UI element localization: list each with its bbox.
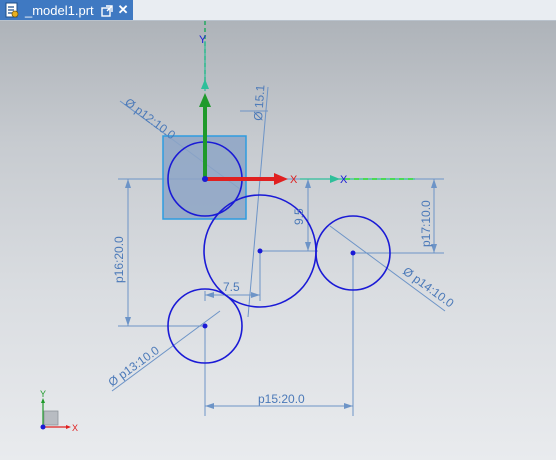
sketch-canvas[interactable]: Y X X Ø p12:10.0 Ø 15.1 p16:20.0 p17:10.… [0, 21, 556, 460]
part-file-icon [4, 2, 20, 18]
csys-x-label: X [340, 174, 348, 186]
graphics-window[interactable]: Y X X Ø p12:10.0 Ø 15.1 p16:20.0 p17:10.… [0, 21, 556, 460]
dim-p17[interactable]: p17:10.0 [419, 200, 433, 247]
dim-p15[interactable]: p15:20.0 [258, 392, 305, 406]
dim-p13[interactable]: Ø p13:10.0 [106, 343, 163, 389]
csys-y-label: Y [199, 34, 207, 46]
view-triad: Y X [40, 389, 78, 433]
dim-p12[interactable]: Ø p12:10.0 [122, 95, 178, 142]
triad-y-label: Y [40, 389, 46, 399]
triad-x-label: X [72, 423, 78, 433]
dim-15-1-diameter[interactable]: Ø 15.1 [251, 84, 268, 121]
dim-p14[interactable]: Ø p14:10.0 [400, 264, 457, 310]
dim-p16[interactable]: p16:20.0 [112, 236, 126, 283]
tab-title: _model1.prt [25, 2, 94, 18]
tab-bar: _model1.prt ✕ [0, 0, 556, 21]
dim-9-5[interactable]: 9.5 [292, 208, 306, 225]
popout-icon[interactable] [100, 4, 113, 17]
close-icon[interactable]: ✕ [118, 3, 129, 16]
dim-7-5[interactable]: 7.5 [223, 280, 240, 294]
csys-x-label-red: X [290, 174, 298, 186]
tab-model1[interactable]: _model1.prt ✕ [0, 0, 133, 20]
